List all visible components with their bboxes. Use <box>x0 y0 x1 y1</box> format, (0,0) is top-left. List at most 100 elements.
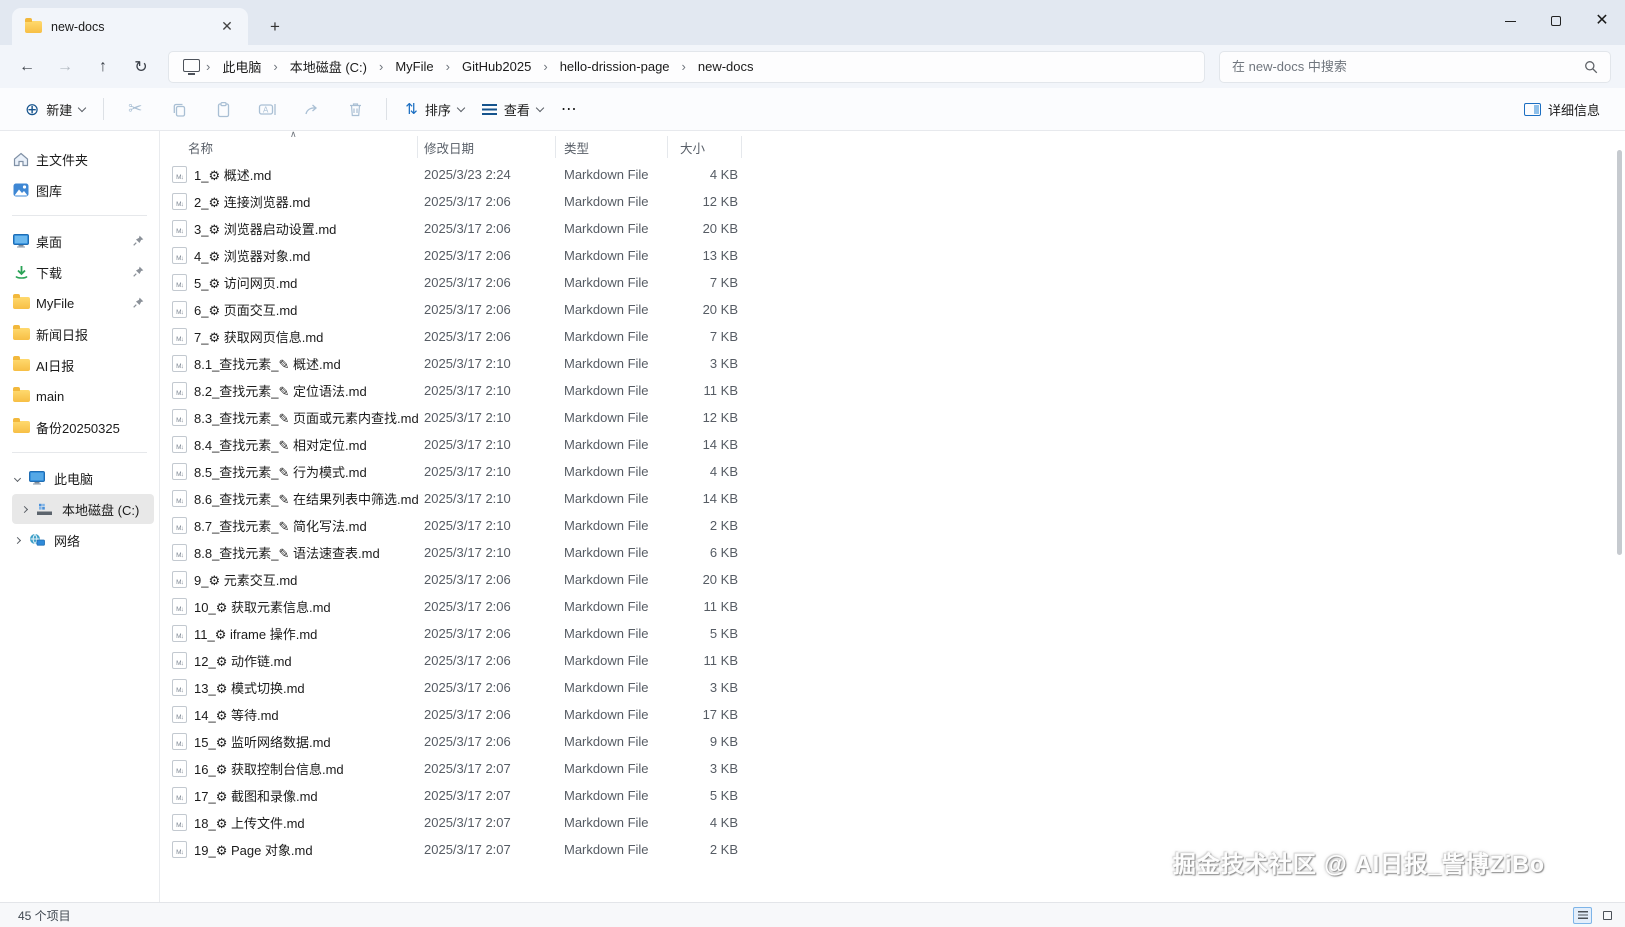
sidebar-item-news-daily[interactable]: 新闻日报 <box>5 319 154 349</box>
file-row[interactable]: 5_⚙ 访问网页.md 2025/3/17 2:06 Markdown File… <box>160 269 1625 296</box>
paste-button[interactable] <box>208 94 238 124</box>
markdown-file-icon <box>172 517 187 534</box>
file-type: Markdown File <box>564 626 649 641</box>
sidebar-item-local-disk[interactable]: 本地磁盘 (C:) <box>12 494 154 524</box>
chevron-right-icon: › <box>378 59 384 74</box>
sidebar-item-label: 网络 <box>54 533 81 549</box>
file-row[interactable]: 8.8_查找元素_✎ 语法速查表.md 2025/3/17 2:10 Markd… <box>160 539 1625 566</box>
file-type: Markdown File <box>564 734 649 749</box>
maximize-button[interactable] <box>1533 0 1579 42</box>
file-row[interactable]: 8.6_查找元素_✎ 在结果列表中筛选.md 2025/3/17 2:10 Ma… <box>160 485 1625 512</box>
file-row[interactable]: 8.5_查找元素_✎ 行为模式.md 2025/3/17 2:10 Markdo… <box>160 458 1625 485</box>
file-size: 20 KB <box>702 302 738 317</box>
file-row[interactable]: 2_⚙ 连接浏览器.md 2025/3/17 2:06 Markdown Fil… <box>160 188 1625 215</box>
sidebar-item-desktop[interactable]: 桌面 <box>5 226 154 256</box>
breadcrumb-item[interactable]: 此电脑 <box>214 53 269 80</box>
file-row[interactable]: 16_⚙ 获取控制台信息.md 2025/3/17 2:07 Markdown … <box>160 755 1625 782</box>
icons-view-toggle[interactable] <box>1598 907 1617 924</box>
sidebar-item-myfile[interactable]: MyFile <box>5 288 154 318</box>
file-modified-date: 2025/3/17 2:07 <box>424 815 511 830</box>
column-header-type[interactable]: 类型 <box>556 136 668 158</box>
details-view-toggle[interactable] <box>1573 906 1592 924</box>
vertical-scrollbar[interactable] <box>1617 150 1622 555</box>
file-type: Markdown File <box>564 788 649 803</box>
sidebar-item-label: 主文件夹 <box>36 152 89 168</box>
file-row[interactable]: 12_⚙ 动作链.md 2025/3/17 2:06 Markdown File… <box>160 647 1625 674</box>
refresh-button[interactable]: ↻ <box>124 51 158 83</box>
up-button[interactable]: ↑ <box>86 51 120 83</box>
navigation-pane: 主文件夹 图库 桌面 下载 MyFile 新闻日报 AI日报 main 备份20… <box>0 131 160 902</box>
cut-button[interactable]: ✂ <box>120 94 150 124</box>
file-name: 9_⚙ 元素交互.md <box>194 573 298 588</box>
new-tab-button[interactable]: + <box>262 14 288 40</box>
file-row[interactable]: 17_⚙ 截图和录像.md 2025/3/17 2:07 Markdown Fi… <box>160 782 1625 809</box>
file-row[interactable]: 11_⚙ iframe 操作.md 2025/3/17 2:06 Markdow… <box>160 620 1625 647</box>
tab-bar: new-docs ✕ + ✕ <box>0 0 1625 45</box>
breadcrumb-item[interactable]: hello-drission-page <box>552 55 678 78</box>
file-row[interactable]: 14_⚙ 等待.md 2025/3/17 2:06 Markdown File … <box>160 701 1625 728</box>
sidebar-item-gallery[interactable]: 图库 <box>5 175 154 205</box>
markdown-file-icon <box>172 409 187 426</box>
large-icons-view-icon <box>1603 910 1612 920</box>
view-button[interactable]: 查看 <box>473 94 552 125</box>
file-row[interactable]: 6_⚙ 页面交互.md 2025/3/17 2:06 Markdown File… <box>160 296 1625 323</box>
file-row[interactable]: 18_⚙ 上传文件.md 2025/3/17 2:07 Markdown Fil… <box>160 809 1625 836</box>
sidebar-item-downloads[interactable]: 下载 <box>5 257 154 287</box>
rename-button[interactable]: A <box>252 94 282 124</box>
file-size: 3 KB <box>709 356 738 371</box>
search-icon <box>1585 60 1598 73</box>
back-button[interactable]: ← <box>10 51 44 83</box>
file-row[interactable]: 8.1_查找元素_✎ 概述.md 2025/3/17 2:10 Markdown… <box>160 350 1625 377</box>
sidebar-item-home[interactable]: 主文件夹 <box>5 144 154 174</box>
markdown-file-icon <box>172 571 187 588</box>
column-header-size[interactable]: 大小 <box>668 136 742 158</box>
chevron-right-icon: › <box>206 59 211 74</box>
forward-button[interactable]: → <box>48 51 82 83</box>
file-row[interactable]: 1_⚙ 概述.md 2025/3/23 2:24 Markdown File 4… <box>160 161 1625 188</box>
file-row[interactable]: 15_⚙ 监听网络数据.md 2025/3/17 2:06 Markdown F… <box>160 728 1625 755</box>
file-row[interactable]: 7_⚙ 获取网页信息.md 2025/3/17 2:06 Markdown Fi… <box>160 323 1625 350</box>
sidebar-item-backup[interactable]: 备份20250325 <box>5 412 154 442</box>
tab-close-icon[interactable]: ✕ <box>216 16 238 38</box>
minimize-button[interactable] <box>1487 0 1533 42</box>
search-box[interactable] <box>1219 50 1611 83</box>
more-button[interactable]: ⋯ <box>552 93 587 125</box>
breadcrumb-item[interactable]: new-docs <box>690 55 762 78</box>
file-row[interactable]: 4_⚙ 浏览器对象.md 2025/3/17 2:06 Markdown Fil… <box>160 242 1625 269</box>
column-header-date[interactable]: 修改日期 <box>418 136 556 158</box>
file-row[interactable]: 8.4_查找元素_✎ 相对定位.md 2025/3/17 2:10 Markdo… <box>160 431 1625 458</box>
sidebar-item-ai-daily[interactable]: AI日报 <box>5 350 154 380</box>
file-row[interactable]: 10_⚙ 获取元素信息.md 2025/3/17 2:06 Markdown F… <box>160 593 1625 620</box>
delete-button[interactable] <box>340 94 370 124</box>
breadcrumb-item[interactable]: MyFile <box>387 55 441 78</box>
file-row[interactable]: 9_⚙ 元素交互.md 2025/3/17 2:06 Markdown File… <box>160 566 1625 593</box>
search-input[interactable] <box>1232 59 1584 74</box>
file-row[interactable]: 8.3_查找元素_✎ 页面或元素内查找.md 2025/3/17 2:10 Ma… <box>160 404 1625 431</box>
sidebar-item-main[interactable]: main <box>5 381 154 411</box>
file-size: 11 KB <box>703 383 738 398</box>
sidebar-item-network[interactable]: 网络 <box>5 525 154 555</box>
breadcrumb-item[interactable]: GitHub2025 <box>454 55 539 78</box>
sort-button[interactable]: ⇅ 排序 <box>396 94 473 125</box>
file-row[interactable]: 19_⚙ Page 对象.md 2025/3/17 2:07 Markdown … <box>160 836 1625 863</box>
file-type: Markdown File <box>564 329 649 344</box>
new-button[interactable]: ⊕ 新建 <box>16 94 94 125</box>
markdown-file-icon <box>172 814 187 831</box>
file-row[interactable]: 13_⚙ 模式切换.md 2025/3/17 2:06 Markdown Fil… <box>160 674 1625 701</box>
details-pane-label: 详细信息 <box>1547 102 1600 118</box>
share-button[interactable] <box>296 94 326 124</box>
copy-button[interactable] <box>164 94 194 124</box>
breadcrumb-item[interactable]: 本地磁盘 (C:) <box>282 53 375 80</box>
file-modified-date: 2025/3/17 2:07 <box>424 761 511 776</box>
file-size: 9 KB <box>709 734 738 749</box>
file-row[interactable]: 8.7_查找元素_✎ 简化写法.md 2025/3/17 2:10 Markdo… <box>160 512 1625 539</box>
close-button[interactable]: ✕ <box>1579 0 1625 42</box>
file-row[interactable]: 8.2_查找元素_✎ 定位语法.md 2025/3/17 2:10 Markdo… <box>160 377 1625 404</box>
column-header-name[interactable]: 名称 <box>160 136 418 158</box>
file-row[interactable]: 3_⚙ 浏览器启动设置.md 2025/3/17 2:06 Markdown F… <box>160 215 1625 242</box>
file-modified-date: 2025/3/17 2:10 <box>424 464 511 479</box>
details-pane-button[interactable]: 详细信息 <box>1515 94 1609 125</box>
sidebar-item-this-pc[interactable]: 此电脑 <box>5 463 154 493</box>
explorer-tab[interactable]: new-docs ✕ <box>12 8 248 45</box>
markdown-file-icon <box>172 328 187 345</box>
